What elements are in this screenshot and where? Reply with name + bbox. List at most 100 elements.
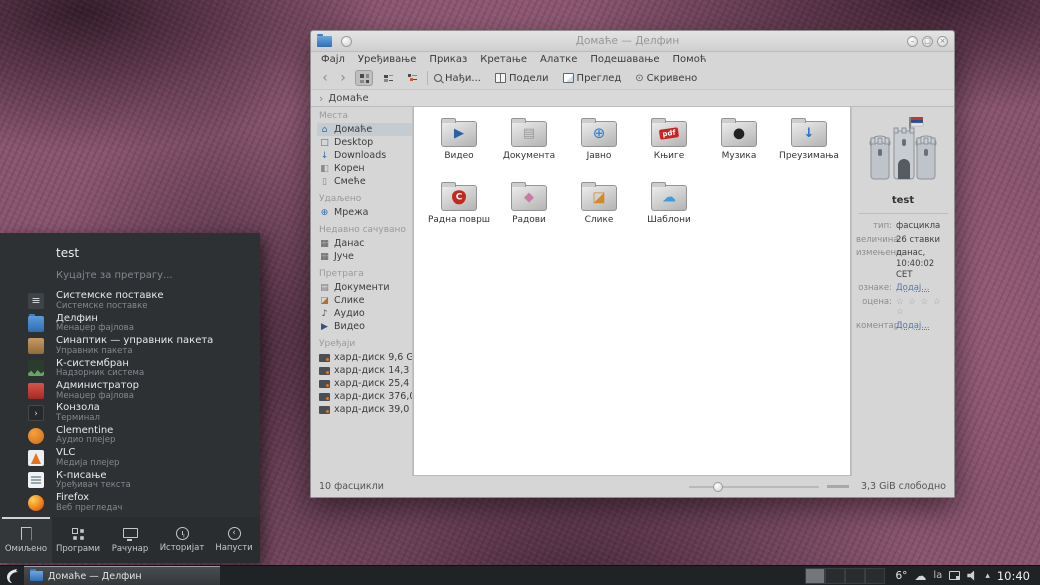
details-view-button[interactable] <box>403 70 421 86</box>
sidebar-item-desktop[interactable]: □Desktop <box>317 136 412 149</box>
sidebar-item-root[interactable]: ◧Корен <box>317 162 412 175</box>
sidebar-item-home[interactable]: ⌂Домаће <box>317 123 412 136</box>
folder-works[interactable]: ◆Радови <box>494 181 564 245</box>
window-title: Домаће — Делфин <box>352 35 903 47</box>
sidebar-item-network[interactable]: ⊕Мрежа <box>317 206 412 219</box>
harddisk-icon <box>319 367 330 375</box>
menu-view[interactable]: Приказ <box>429 54 467 65</box>
desktop-1[interactable] <box>805 568 825 584</box>
launcher-item-vlc[interactable]: VLCМедија плејер <box>0 447 260 469</box>
launcher-item-konsole[interactable]: › КонзолаТерминал <box>0 402 260 424</box>
menu-file[interactable]: Фајл <box>321 54 345 65</box>
statusbar: 10 фасцикли 3,3 GiB слободно <box>311 476 954 497</box>
volume-icon[interactable] <box>967 571 978 581</box>
virtual-desktop-pager[interactable] <box>805 568 885 584</box>
forward-button[interactable]: › <box>337 71 349 85</box>
sidebar-item-video[interactable]: ▶Видео <box>317 320 412 333</box>
zoom-slider[interactable] <box>689 481 819 493</box>
folder-video[interactable]: ▶Видео <box>424 117 494 181</box>
keyboard-layout-indicator[interactable]: la <box>933 570 942 581</box>
search-input[interactable]: Куцајте за претрагу... <box>0 260 260 281</box>
info-label: тип: <box>856 221 896 232</box>
icons-view-button[interactable] <box>355 70 373 86</box>
rating-stars[interactable]: ☆ ☆ ☆ ☆ ☆ <box>896 297 950 318</box>
tab-applications[interactable]: Програми <box>52 517 104 563</box>
info-label: оцена: <box>856 297 896 318</box>
sidebar-item-disk2[interactable]: хард-диск 14,3 GiB <box>317 364 412 377</box>
split-button[interactable]: Подели <box>495 73 549 84</box>
launcher-item-ksysguard[interactable]: К-систембранНадзорник система <box>0 357 260 379</box>
desktop-4[interactable] <box>865 568 885 584</box>
menu-tools[interactable]: Алатке <box>540 54 577 65</box>
breadcrumb[interactable]: › Домаће <box>311 89 954 107</box>
find-label: Нађи... <box>445 73 481 84</box>
maximize-button[interactable]: □ <box>922 36 933 47</box>
device-notifier-icon[interactable] <box>949 571 960 580</box>
folder-downloads[interactable]: ↓Преузимања <box>774 117 844 181</box>
add-comment-link[interactable]: Додај... <box>896 321 950 332</box>
desktop-3[interactable] <box>845 568 865 584</box>
sidebar-item-images[interactable]: ◪Слике <box>317 294 412 307</box>
find-button[interactable]: Нађи... <box>434 73 481 84</box>
folder-public[interactable]: ⊕Јавно <box>564 117 634 181</box>
info-row-tags: ознаке:Додај... <box>856 283 950 294</box>
titlebar[interactable]: Домаће — Делфин – □ × <box>311 31 954 52</box>
launcher-item-dolphin[interactable]: ДелфинМенаџер фајлова <box>0 312 260 334</box>
menu-edit[interactable]: Уређивање <box>358 54 417 65</box>
launcher-button[interactable] <box>0 566 24 585</box>
folder-view[interactable]: ▶Видео ▤Документа ⊕Јавно pdfКњиге ●Музик… <box>413 107 851 476</box>
sidebar-item-disk1[interactable]: хард-диск 9,6 GiB <box>317 351 412 364</box>
task-button-dolphin[interactable]: Домаће — Делфин <box>24 566 220 585</box>
place-label: Видео <box>334 321 365 332</box>
admin-folder-icon <box>28 383 44 399</box>
folder-templates[interactable]: ☁Шаблони <box>634 181 704 245</box>
app-name: Администратор <box>56 381 139 392</box>
folder-music[interactable]: ●Музика <box>704 117 774 181</box>
tab-history[interactable]: Историјат <box>156 517 208 563</box>
sidebar-item-documents[interactable]: ▤Документи <box>317 281 412 294</box>
launcher-item-synaptic[interactable]: Синаптик — управник пакетаУправник пакет… <box>0 335 260 357</box>
launcher-item-clementine[interactable]: ClementineАудио плејер <box>0 424 260 446</box>
preview-button[interactable]: Преглед <box>563 73 622 84</box>
menu-settings[interactable]: Подешавање <box>590 54 659 65</box>
window-menu-button[interactable] <box>341 36 352 47</box>
minimize-button[interactable]: – <box>907 36 918 47</box>
menu-go[interactable]: Кретање <box>480 54 527 65</box>
launcher-item-admin[interactable]: АдминистраторМенаџер фајлова <box>0 380 260 402</box>
add-tags-link[interactable]: Додај... <box>896 283 950 294</box>
weather-cloud-icon[interactable]: ☁ <box>914 569 926 583</box>
tab-favorites[interactable]: Омиљено <box>0 517 52 563</box>
tray-expand-icon[interactable]: ▴ <box>985 571 990 581</box>
root-icon: ◧ <box>319 164 330 174</box>
slider-knob[interactable] <box>713 482 723 492</box>
breadcrumb-home[interactable]: Домаће <box>328 93 368 104</box>
icons-view-icon <box>360 74 369 83</box>
sidebar-item-today[interactable]: ▦Данас <box>317 237 412 250</box>
folder-documents[interactable]: ▤Документа <box>494 117 564 181</box>
back-button[interactable]: ‹ <box>319 71 331 85</box>
launcher-item-systemsettings[interactable]: ≡ Системске поставкеСистемске поставке <box>0 290 260 312</box>
sidebar-item-yesterday[interactable]: ▦Јуче <box>317 250 412 263</box>
compact-view-button[interactable] <box>379 70 397 86</box>
sidebar-item-disk5[interactable]: хард-диск 39,0 GiB <box>317 403 412 416</box>
sidebar-item-audio[interactable]: ♪Аудио <box>317 307 412 320</box>
launcher-item-firefox[interactable]: FirefoxВеб прегледач <box>0 492 260 514</box>
weather-temperature[interactable]: 6° <box>895 570 907 582</box>
menu-help[interactable]: Помоћ <box>673 54 707 65</box>
sidebar-item-disk4[interactable]: хард-диск 376,0 GiB <box>317 390 412 403</box>
digital-clock[interactable]: 10:40 <box>997 569 1030 583</box>
close-button[interactable]: × <box>937 36 948 47</box>
folder-desktop[interactable]: CРадна површ <box>424 181 494 245</box>
folder-pictures[interactable]: ◪Слике <box>564 181 634 245</box>
tab-leave[interactable]: ‹Напусти <box>208 517 260 563</box>
folder-books[interactable]: pdfКњиге <box>634 117 704 181</box>
sidebar-item-trash[interactable]: ▯Смеће <box>317 175 412 188</box>
place-label: Слике <box>334 295 364 306</box>
launcher-item-kwrite[interactable]: К-писањеУређивач текста <box>0 469 260 491</box>
desktop-2[interactable] <box>825 568 845 584</box>
hidden-toggle-button[interactable]: ⊙ Скривено <box>635 73 697 84</box>
folder-icon: ▶ <box>441 121 477 147</box>
sidebar-item-disk3[interactable]: хард-диск 25,4 GiB <box>317 377 412 390</box>
tab-computer[interactable]: Рачунар <box>104 517 156 563</box>
sidebar-item-downloads[interactable]: ↓Downloads <box>317 149 412 162</box>
